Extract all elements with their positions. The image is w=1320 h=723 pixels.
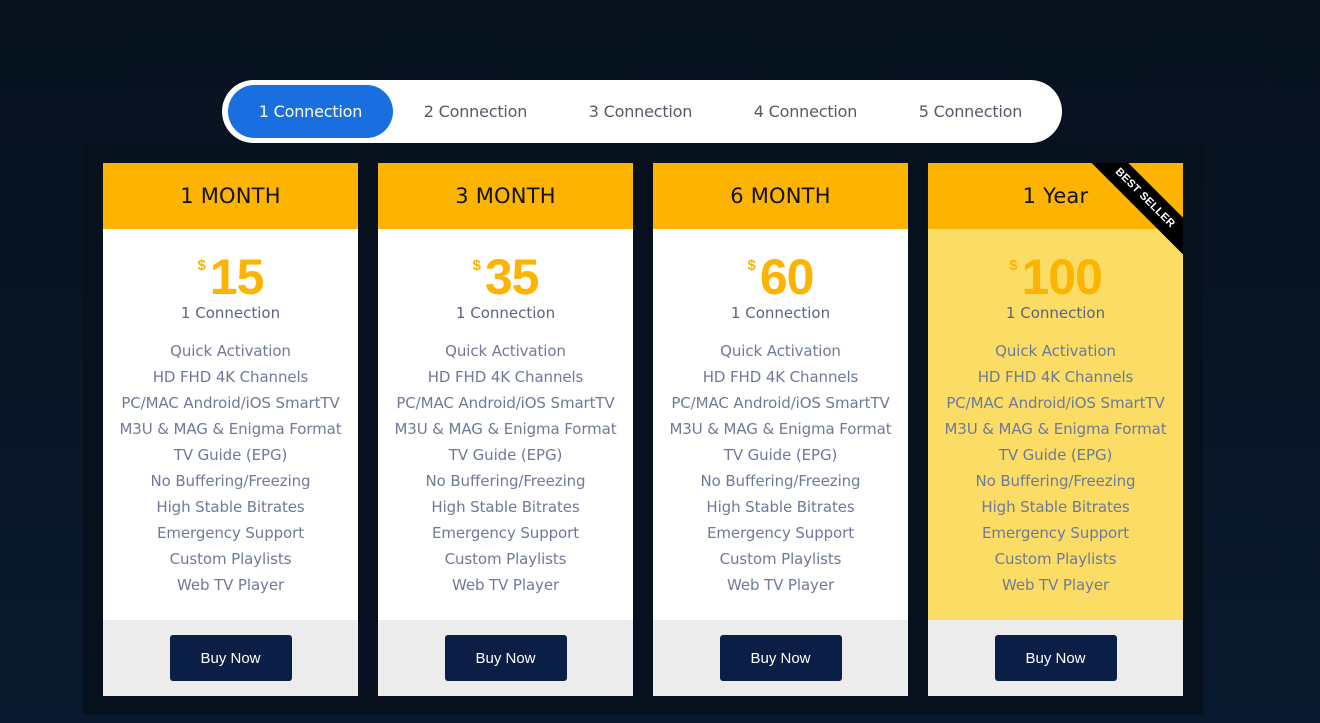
feature-list: Quick Activation HD FHD 4K Channels PC/M… xyxy=(378,338,633,598)
feature-item: PC/MAC Android/iOS SmartTV xyxy=(946,394,1165,412)
feature-item: No Buffering/Freezing xyxy=(700,472,861,490)
plan-card-6-month: 6 MONTH $ 60 1 Connection Quick Activati… xyxy=(653,163,908,696)
tab-5-connection[interactable]: 5 Connection xyxy=(888,85,1053,138)
price-amount: 35 xyxy=(484,249,540,305)
feature-item: PC/MAC Android/iOS SmartTV xyxy=(671,394,890,412)
feature-item: PC/MAC Android/iOS SmartTV xyxy=(396,394,615,412)
plan-price: $ 35 xyxy=(378,249,633,305)
feature-item: Web TV Player xyxy=(726,576,835,594)
feature-item: Custom Playlists xyxy=(444,550,567,568)
connection-count: 1 Connection xyxy=(730,304,831,322)
connection-count: 1 Connection xyxy=(180,304,281,322)
buy-now-button[interactable]: Buy Now xyxy=(994,635,1117,681)
feature-item: Quick Activation xyxy=(720,342,841,360)
feature-item: TV Guide (EPG) xyxy=(723,446,838,464)
price-amount: 15 xyxy=(209,249,265,305)
feature-item: High Stable Bitrates xyxy=(156,498,305,516)
feature-list: Quick Activation HD FHD 4K Channels PC/M… xyxy=(103,338,358,598)
feature-item: Custom Playlists xyxy=(719,550,842,568)
plan-price: $ 15 xyxy=(103,249,358,305)
feature-item: Emergency Support xyxy=(157,524,304,542)
feature-item: Custom Playlists xyxy=(169,550,292,568)
plan-card-3-month: 3 MONTH $ 35 1 Connection Quick Activati… xyxy=(378,163,633,696)
feature-item: HD FHD 4K Channels xyxy=(977,368,1134,386)
currency-symbol: $ xyxy=(197,257,206,274)
feature-item: Web TV Player xyxy=(1001,576,1110,594)
plan-footer: Buy Now xyxy=(928,620,1183,696)
plan-footer: Buy Now xyxy=(103,620,358,696)
feature-item: Web TV Player xyxy=(451,576,560,594)
feature-item: Emergency Support xyxy=(707,524,854,542)
tab-4-connection[interactable]: 4 Connection xyxy=(723,85,888,138)
feature-item: No Buffering/Freezing xyxy=(975,472,1136,490)
feature-item: TV Guide (EPG) xyxy=(998,446,1113,464)
buy-now-button[interactable]: Buy Now xyxy=(169,635,292,681)
feature-item: Quick Activation xyxy=(170,342,291,360)
feature-item: Emergency Support xyxy=(982,524,1129,542)
feature-item: No Buffering/Freezing xyxy=(425,472,586,490)
connection-tabs: 1 Connection 2 Connection 3 Connection 4… xyxy=(222,80,1062,143)
plan-footer: Buy Now xyxy=(378,620,633,696)
feature-item: M3U & MAG & Enigma Format xyxy=(119,420,342,438)
feature-item: No Buffering/Freezing xyxy=(150,472,311,490)
plan-title: 1 MONTH xyxy=(103,163,358,229)
buy-now-button[interactable]: Buy Now xyxy=(719,635,842,681)
plan-footer: Buy Now xyxy=(653,620,908,696)
feature-item: PC/MAC Android/iOS SmartTV xyxy=(121,394,340,412)
connection-count: 1 Connection xyxy=(455,304,556,322)
feature-item: Custom Playlists xyxy=(994,550,1117,568)
feature-item: High Stable Bitrates xyxy=(981,498,1130,516)
feature-item: M3U & MAG & Enigma Format xyxy=(944,420,1167,438)
feature-item: HD FHD 4K Channels xyxy=(702,368,859,386)
plan-card-1-month: 1 MONTH $ 15 1 Connection Quick Activati… xyxy=(103,163,358,696)
currency-symbol: $ xyxy=(1009,257,1018,274)
currency-symbol: $ xyxy=(472,257,481,274)
feature-item: Web TV Player xyxy=(176,576,285,594)
feature-list: Quick Activation HD FHD 4K Channels PC/M… xyxy=(653,338,908,598)
feature-item: Quick Activation xyxy=(995,342,1116,360)
feature-item: M3U & MAG & Enigma Format xyxy=(669,420,892,438)
tab-3-connection[interactable]: 3 Connection xyxy=(558,85,723,138)
tab-1-connection[interactable]: 1 Connection xyxy=(228,85,393,138)
feature-item: HD FHD 4K Channels xyxy=(427,368,584,386)
plan-price: $ 60 xyxy=(653,249,908,305)
plan-card-1-year: 1 Year BEST SELLER $ 100 1 Connection Qu… xyxy=(928,163,1183,696)
feature-item: TV Guide (EPG) xyxy=(173,446,288,464)
feature-item: TV Guide (EPG) xyxy=(448,446,563,464)
currency-symbol: $ xyxy=(747,257,756,274)
plan-title: 6 MONTH xyxy=(653,163,908,229)
feature-item: M3U & MAG & Enigma Format xyxy=(394,420,617,438)
feature-item: Emergency Support xyxy=(432,524,579,542)
feature-item: HD FHD 4K Channels xyxy=(152,368,309,386)
price-amount: 60 xyxy=(759,249,815,305)
connection-count: 1 Connection xyxy=(1005,304,1106,322)
feature-item: Quick Activation xyxy=(445,342,566,360)
buy-now-button[interactable]: Buy Now xyxy=(444,635,567,681)
feature-list: Quick Activation HD FHD 4K Channels PC/M… xyxy=(928,338,1183,598)
feature-item: High Stable Bitrates xyxy=(431,498,580,516)
pricing-page: 1 Connection 2 Connection 3 Connection 4… xyxy=(0,0,1320,723)
plan-title: 3 MONTH xyxy=(378,163,633,229)
best-seller-ribbon: BEST SELLER xyxy=(1083,163,1183,263)
feature-item: High Stable Bitrates xyxy=(706,498,855,516)
tab-2-connection[interactable]: 2 Connection xyxy=(393,85,558,138)
best-seller-label: BEST SELLER xyxy=(1086,163,1183,257)
